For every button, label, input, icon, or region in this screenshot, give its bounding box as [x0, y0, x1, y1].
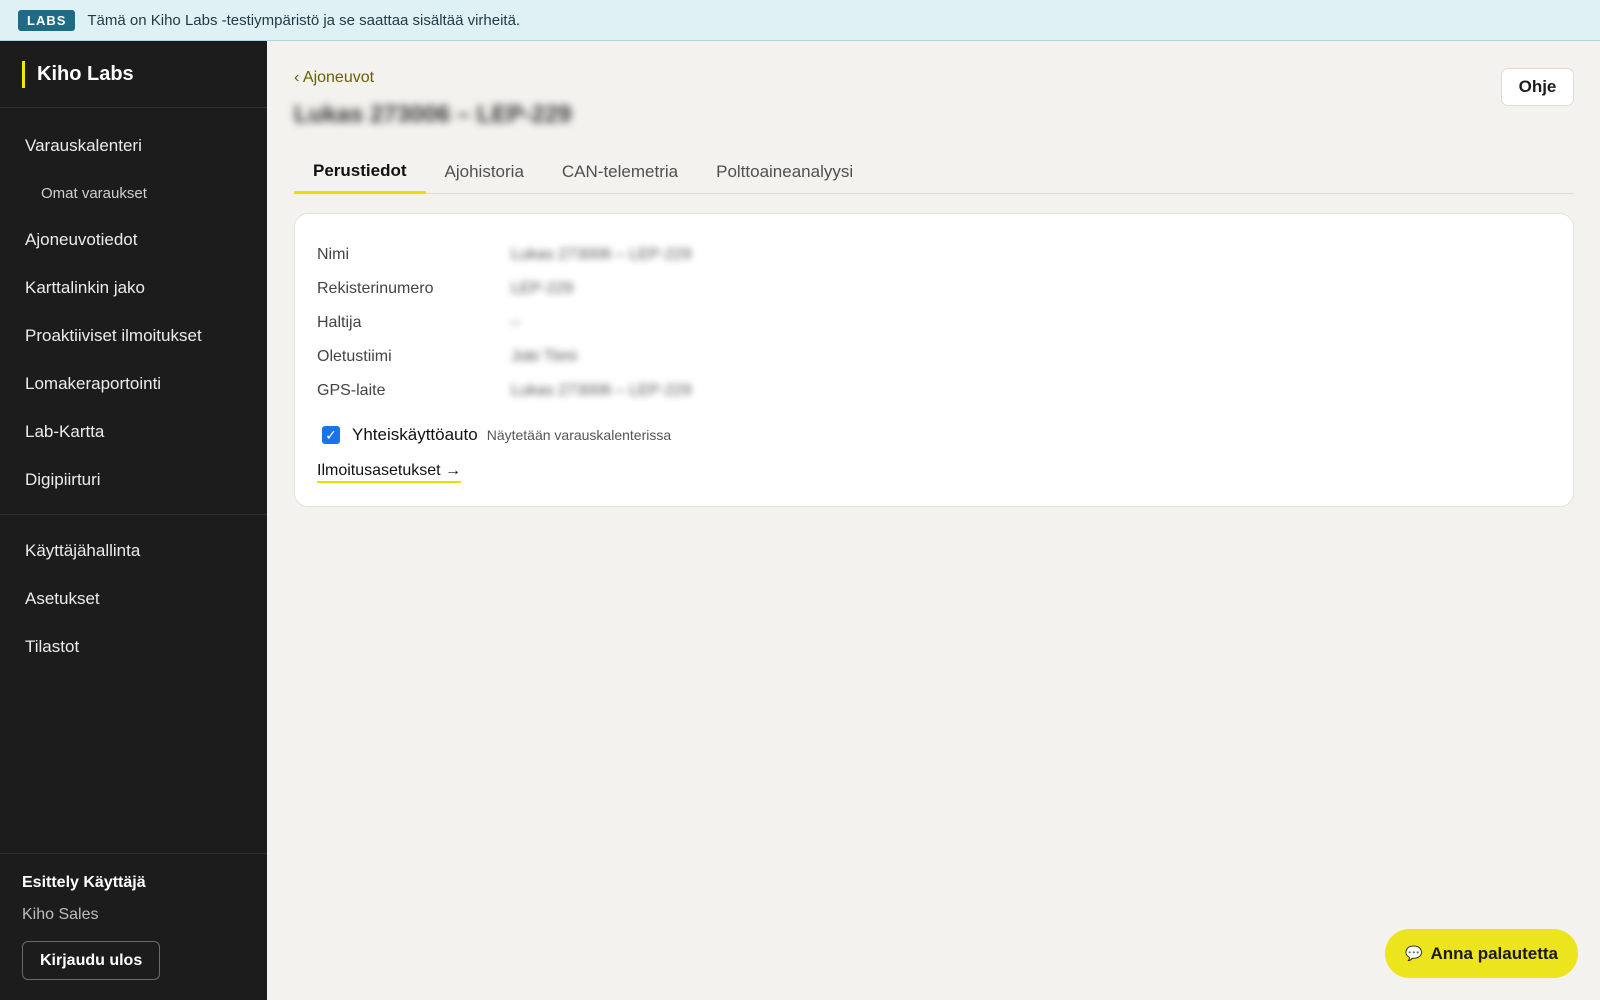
tab-can-telemetria[interactable]: CAN-telemetria — [543, 150, 697, 194]
banner-message: Tämä on Kiho Labs -testiympäristö ja se … — [87, 11, 521, 29]
main-content: ‹ Ajoneuvot Lukas 273006 – LEP-229 Ohje … — [267, 41, 1600, 1000]
detail-row-gps-laite: GPS-laite Lukas 273006 – LEP-229 — [317, 374, 1551, 408]
detail-row-nimi: Nimi Lukas 273006 – LEP-229 — [317, 238, 1551, 272]
detail-label: GPS-laite — [317, 382, 386, 399]
detail-row-rekisterinumero: Rekisterinumero LEP-229 — [317, 272, 1551, 306]
sidebar-item-karttalinkin-jako[interactable]: Karttalinkin jako — [0, 264, 267, 312]
user-organization: Kiho Sales — [22, 906, 99, 923]
feedback-label: Anna palautetta — [1430, 943, 1558, 963]
sidebar: Kiho Labs Varauskalenteri Omat varaukset A… — [0, 41, 267, 1000]
feedback-button[interactable]: 💬 Anna palautetta — [1385, 929, 1578, 978]
tab-bar: Perustiedot Ajohistoria CAN-telemetria Polt… — [294, 150, 1574, 194]
detail-value: – — [511, 314, 520, 331]
user-box: Esittely Käyttäjä Kiho Sales Kirjaudu ul… — [0, 853, 267, 1000]
detail-label: Nimi — [317, 246, 349, 263]
tab-perustiedot[interactable]: Perustiedot — [294, 150, 426, 194]
detail-value: Lukas 273006 – LEP-229 — [511, 382, 692, 399]
shared-car-hint: Näytetään varauskalenterissa — [486, 427, 672, 443]
sidebar-item-proaktiiviset-ilmoitukset[interactable]: Proaktiiviset ilmoitukset — [0, 312, 267, 360]
detail-value: LEP-229 — [511, 280, 574, 297]
sidebar-item-asetukset[interactable]: Asetukset — [0, 575, 267, 623]
detail-row-oletustiimi: Oletustiimi Joki Tiimi — [317, 340, 1551, 374]
brand[interactable]: Kiho Labs — [0, 41, 267, 108]
sidebar-item-lab-kartta[interactable]: Lab-Kartta — [0, 408, 267, 456]
detail-label: Rekisterinumero — [317, 280, 434, 297]
brand-name: Kiho Labs — [37, 62, 134, 85]
labs-banner: LABS Tämä on Kiho Labs -testiympäristö j… — [0, 0, 1600, 41]
detail-value: Joki Tiimi — [511, 348, 577, 365]
detail-label: Oletustiimi — [317, 348, 392, 365]
detail-row-haltija: Haltija – — [317, 306, 1551, 340]
shared-car-label[interactable]: Yhteiskäyttöauto — [352, 425, 478, 445]
sidebar-item-kayttajahallinta[interactable]: Käyttäjähallinta — [0, 527, 267, 575]
detail-label: Haltija — [317, 314, 362, 331]
page-title: Lukas 273006 – LEP-229 — [294, 101, 572, 128]
sidebar-item-tilastot[interactable]: Tilastot — [0, 623, 267, 671]
details-card: Nimi Lukas 273006 – LEP-229 Rekisterinumer… — [294, 213, 1574, 507]
speech-bubble-icon: 💬 — [1405, 945, 1423, 961]
user-name: Esittely Käyttäjä — [22, 874, 146, 891]
sidebar-item-digipiirturi[interactable]: Digipiirturi — [0, 456, 267, 504]
sidebar-item-ajoneuvotiedot[interactable]: Ajoneuvotiedot — [0, 216, 267, 264]
back-link-vehicles[interactable]: ‹ Ajoneuvot — [294, 69, 374, 87]
tab-polttoaineanalyysi[interactable]: Polttoaineanalyysi — [697, 150, 872, 194]
shared-car-checkbox[interactable]: ✓ — [322, 426, 340, 444]
notification-settings-link[interactable]: Ilmoitusasetukset → — [317, 462, 462, 483]
sidebar-item-omat-varaukset[interactable]: Omat varaukset — [0, 170, 267, 216]
sidebar-item-lomakeraportointi[interactable]: Lomakeraportointi — [0, 360, 267, 408]
logout-button[interactable]: Kirjaudu ulos — [22, 941, 161, 980]
labs-badge: LABS — [18, 9, 76, 31]
detail-value: Lukas 273006 – LEP-229 — [511, 246, 692, 263]
sidebar-nav: Varauskalenteri Omat varaukset Ajoneuvotie… — [0, 108, 267, 671]
sidebar-item-varauskalenteri[interactable]: Varauskalenteri — [0, 122, 267, 170]
help-button[interactable]: Ohje — [1501, 68, 1574, 106]
nav-divider — [0, 514, 267, 515]
brand-accent-bar — [22, 60, 25, 88]
tab-ajohistoria[interactable]: Ajohistoria — [426, 150, 543, 194]
shared-car-row: ✓ Yhteiskäyttöauto Näytetään varauskalen… — [317, 420, 1551, 450]
